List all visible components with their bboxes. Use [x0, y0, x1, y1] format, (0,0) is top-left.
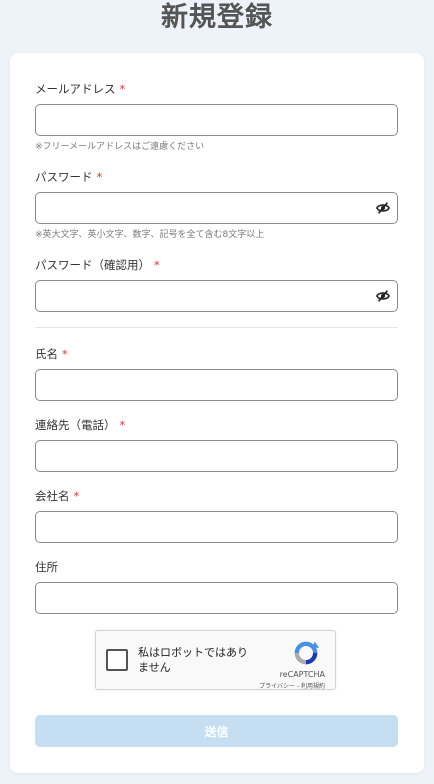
- page-title: 新規登録: [161, 2, 273, 33]
- password-label: パスワード *: [35, 169, 398, 185]
- company-field-group: 会社名 *: [35, 488, 398, 543]
- email-input-wrap: [35, 104, 398, 136]
- address-field-group: 住所: [35, 559, 398, 614]
- section-divider: [35, 327, 398, 328]
- password-confirm-label-text: パスワード（確認用）: [35, 258, 150, 272]
- address-label: 住所: [35, 559, 398, 575]
- password-confirm-input[interactable]: [35, 280, 398, 312]
- required-mark: *: [62, 347, 68, 361]
- phone-label-text: 連絡先（電話）: [35, 418, 116, 432]
- password-input-wrap: [35, 192, 398, 224]
- name-input[interactable]: [35, 369, 398, 401]
- company-input-wrap: [35, 511, 398, 543]
- password-field-group: パスワード * ※英大文字、英小文字、数字、記号を全て含む8文字以上: [35, 169, 398, 241]
- submit-button[interactable]: 送信: [35, 715, 398, 747]
- company-label: 会社名 *: [35, 488, 398, 504]
- email-hint: ※フリーメールアドレスはご遠慮ください: [35, 142, 205, 152]
- required-mark: *: [73, 489, 80, 503]
- required-mark: *: [154, 258, 160, 272]
- phone-label: 連絡先（電話） *: [35, 417, 398, 433]
- name-field-group: 氏名 *: [35, 346, 398, 401]
- phone-input-wrap: [35, 440, 398, 472]
- recaptcha-logo-icon: [294, 641, 320, 665]
- name-label: 氏名 *: [35, 346, 398, 362]
- password-hint: ※英大文字、英小文字、数字、記号を全て含む8文字以上: [35, 230, 265, 240]
- password-confirm-field-group: パスワード（確認用） *: [35, 257, 398, 312]
- link-separator: -: [296, 683, 300, 690]
- required-mark: *: [96, 170, 103, 184]
- name-label-text: 氏名: [35, 347, 58, 361]
- password-label-text: パスワード: [35, 170, 93, 184]
- email-field-group: メールアドレス * ※フリーメールアドレスはご遠慮ください: [35, 81, 398, 153]
- password-confirm-label: パスワード（確認用） *: [35, 257, 398, 273]
- recaptcha-label: 私はロボットではありません: [138, 646, 248, 674]
- recaptcha-widget: 私はロボットではありません reCAPTCHA プライバシー - 利用規約: [95, 630, 336, 690]
- required-mark: *: [119, 82, 126, 96]
- required-mark: *: [119, 418, 126, 432]
- address-input[interactable]: [35, 582, 398, 614]
- recaptcha-brand: reCAPTCHA: [279, 670, 325, 679]
- name-input-wrap: [35, 369, 398, 401]
- recaptcha-links: プライバシー - 利用規約: [259, 681, 325, 690]
- password-confirm-input-wrap: [35, 280, 398, 312]
- phone-input[interactable]: [35, 440, 398, 472]
- privacy-link[interactable]: プライバシー: [259, 683, 295, 690]
- address-input-wrap: [35, 582, 398, 614]
- phone-field-group: 連絡先（電話） *: [35, 417, 398, 472]
- eye-slash-icon[interactable]: [376, 201, 390, 215]
- email-input[interactable]: [35, 104, 398, 136]
- company-label-text: 会社名: [35, 489, 70, 503]
- eye-slash-icon[interactable]: [376, 289, 390, 303]
- company-input[interactable]: [35, 511, 398, 543]
- email-label: メールアドレス *: [35, 81, 398, 97]
- password-input[interactable]: [35, 192, 398, 224]
- email-label-text: メールアドレス: [35, 82, 116, 96]
- recaptcha-checkbox[interactable]: [106, 649, 128, 671]
- terms-link[interactable]: 利用規約: [301, 683, 325, 690]
- address-label-text: 住所: [35, 560, 58, 574]
